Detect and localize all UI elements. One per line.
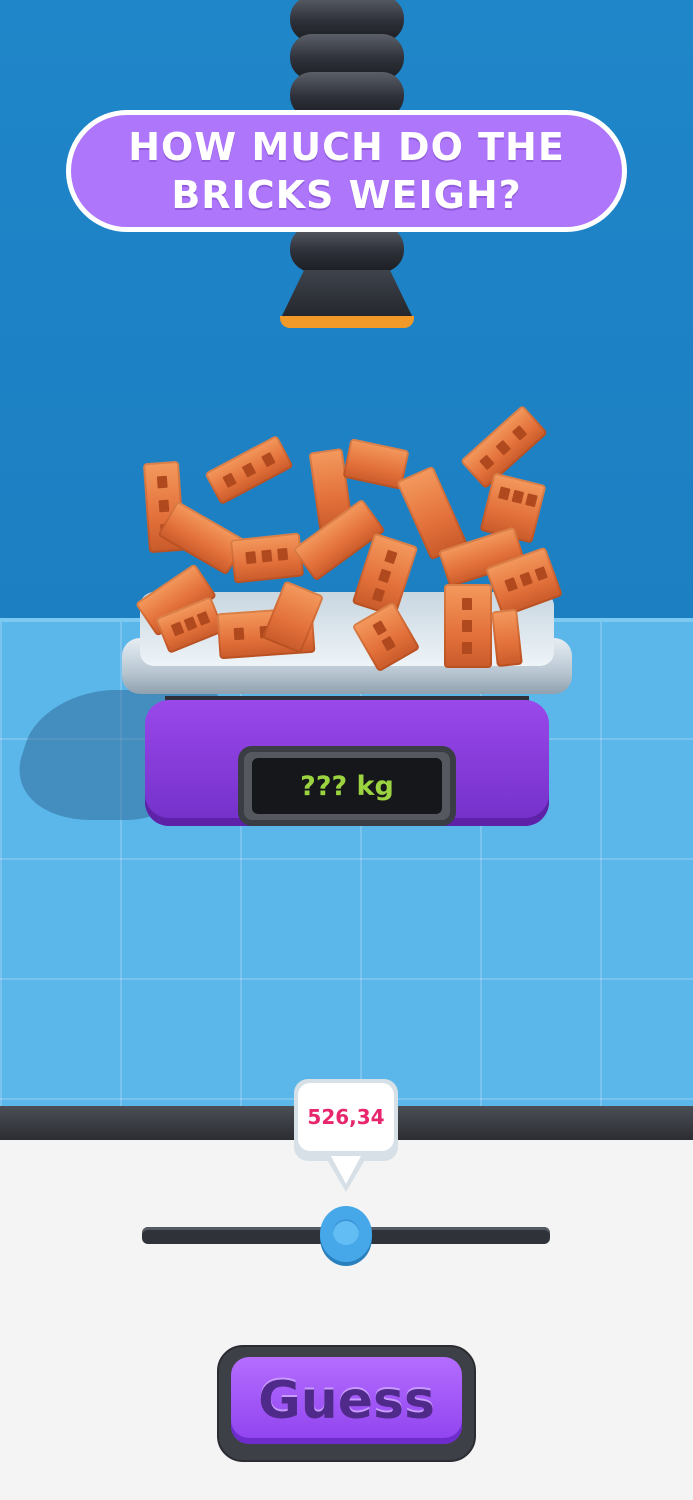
brick-pile (0, 0, 693, 700)
brick (444, 584, 492, 668)
brick (351, 601, 421, 673)
brick (204, 434, 294, 506)
brick (491, 608, 523, 668)
guess-button-label: Guess (231, 1357, 462, 1444)
brick (229, 532, 305, 584)
slider-value-tooltip: 526,34 (294, 1079, 398, 1161)
tooltip-pointer-inner (331, 1156, 361, 1184)
weight-slider-handle[interactable] (320, 1206, 372, 1262)
game-scene: HOW MUCH DO THE BRICKS WEIGH? ??? kg (0, 0, 693, 1106)
weight-readout: ??? kg (252, 758, 442, 814)
guess-button[interactable]: Guess (217, 1345, 476, 1462)
scale-display: ??? kg (238, 746, 456, 826)
slider-value-label: 526,34 (298, 1083, 394, 1151)
